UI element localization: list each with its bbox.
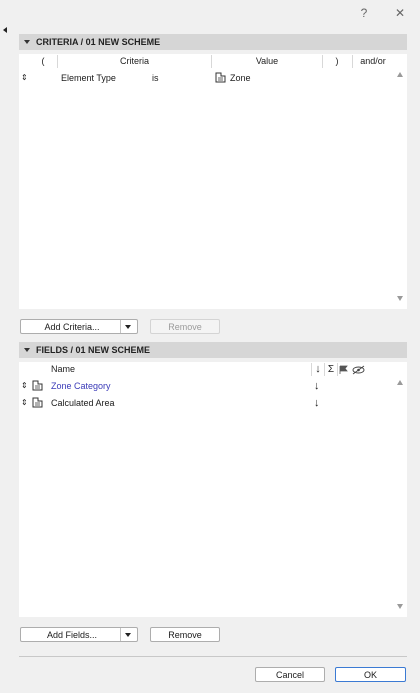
zone-icon bbox=[215, 72, 226, 83]
dropdown-arrow-icon[interactable] bbox=[120, 320, 137, 333]
criteria-value[interactable]: Zone bbox=[230, 70, 251, 86]
zone-icon bbox=[32, 380, 43, 391]
criteria-row[interactable]: ⇕ Element Type is Zone bbox=[19, 70, 394, 86]
help-button[interactable]: ? bbox=[354, 4, 374, 22]
scroll-up-arrow-icon[interactable] bbox=[397, 380, 403, 385]
flag-icon[interactable] bbox=[339, 365, 349, 375]
criteria-table[interactable]: ( Criteria Value ) and/or ⇕ Element Type… bbox=[19, 54, 394, 309]
footer-divider bbox=[19, 656, 407, 657]
drag-handle-icon[interactable]: ⇕ bbox=[21, 378, 28, 394]
fields-scrollbar[interactable] bbox=[394, 362, 407, 617]
sort-arrow-icon[interactable]: ↓ bbox=[314, 378, 320, 394]
add-fields-label: Add Fields... bbox=[46, 630, 98, 640]
column-header-value[interactable]: Value bbox=[212, 54, 322, 69]
hide-icon[interactable] bbox=[352, 365, 365, 375]
ok-button[interactable]: OK bbox=[335, 667, 406, 682]
remove-criteria-button[interactable]: Remove bbox=[150, 319, 220, 334]
add-fields-button[interactable]: Add Fields... bbox=[20, 627, 138, 642]
close-button[interactable]: ✕ bbox=[390, 4, 410, 22]
scroll-down-arrow-icon[interactable] bbox=[397, 604, 403, 609]
column-header-andor[interactable]: and/or bbox=[353, 54, 393, 69]
drag-handle-icon[interactable]: ⇕ bbox=[21, 70, 28, 86]
field-name[interactable]: Zone Category bbox=[51, 378, 111, 394]
criteria-element-type[interactable]: Element Type bbox=[61, 70, 116, 86]
add-criteria-button[interactable]: Add Criteria... bbox=[20, 319, 138, 334]
collapse-triangle-icon bbox=[24, 348, 30, 352]
column-header-open-paren[interactable]: ( bbox=[33, 54, 53, 69]
column-header-name[interactable]: Name bbox=[51, 362, 91, 377]
column-header-sort[interactable]: ↓ bbox=[312, 362, 324, 377]
fields-section-header[interactable]: FIELDS / 01 NEW SCHEME bbox=[19, 342, 407, 358]
sort-arrow-icon[interactable]: ↓ bbox=[314, 395, 320, 411]
fields-table[interactable]: Name ↓ Σ ⇕ Zone Category ↓ ⇕ Calculated … bbox=[19, 362, 394, 617]
zone-icon bbox=[32, 397, 43, 408]
cancel-button[interactable]: Cancel bbox=[255, 667, 325, 682]
scroll-down-arrow-icon[interactable] bbox=[397, 296, 403, 301]
column-header-sum[interactable]: Σ bbox=[325, 362, 337, 377]
drag-handle-icon[interactable]: ⇕ bbox=[21, 395, 28, 411]
collapse-arrow-icon[interactable] bbox=[3, 27, 7, 33]
criteria-section-header[interactable]: CRITERIA / 01 NEW SCHEME bbox=[19, 34, 407, 50]
criteria-scrollbar[interactable] bbox=[394, 54, 407, 309]
criteria-operator[interactable]: is bbox=[152, 70, 159, 86]
collapse-triangle-icon bbox=[24, 40, 30, 44]
column-header-close-paren[interactable]: ) bbox=[323, 54, 351, 69]
column-header-criteria[interactable]: Criteria bbox=[58, 54, 211, 69]
column-divider bbox=[337, 363, 338, 376]
fields-section-title: FIELDS / 01 NEW SCHEME bbox=[36, 345, 151, 355]
criteria-section-title: CRITERIA / 01 NEW SCHEME bbox=[36, 37, 161, 47]
add-criteria-label: Add Criteria... bbox=[44, 322, 100, 332]
field-name[interactable]: Calculated Area bbox=[51, 395, 115, 411]
field-row[interactable]: ⇕ Zone Category ↓ bbox=[19, 378, 394, 394]
scroll-up-arrow-icon[interactable] bbox=[397, 72, 403, 77]
remove-fields-button[interactable]: Remove bbox=[150, 627, 220, 642]
dropdown-arrow-icon[interactable] bbox=[120, 628, 137, 641]
field-row[interactable]: ⇕ Calculated Area ↓ bbox=[19, 395, 394, 411]
